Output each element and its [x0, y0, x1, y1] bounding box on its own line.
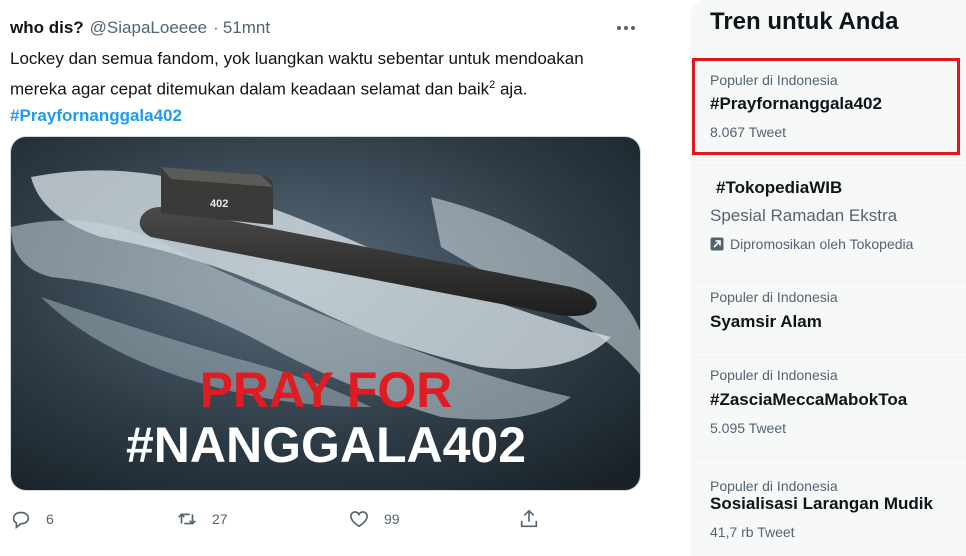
hull-number: 402 — [210, 198, 228, 210]
like-button[interactable]: 99 — [348, 508, 400, 530]
retweet-button[interactable]: 27 — [176, 508, 228, 530]
separator-dot: · — [213, 18, 219, 37]
share-icon — [520, 509, 538, 528]
tweet-text-line1: Lockey dan semua fandom, yok luangkan wa… — [10, 49, 584, 68]
trend-name: #Prayfornanggala402 — [710, 94, 882, 113]
trend-subtitle: Spesial Ramadan Ekstra — [710, 206, 898, 225]
trend-name: #ZasciaMeccaMabokToa — [710, 390, 908, 409]
trend-item-promoted[interactable]: #TokopediaWIB Spesial Ramadan Ekstra Dip… — [690, 165, 966, 281]
more-options-icon[interactable] — [612, 14, 640, 42]
trend-item[interactable]: Populer di Indonesia Syamsir Alam — [690, 281, 966, 357]
reply-button[interactable]: 6 — [10, 508, 54, 530]
trend-context: Populer di Indonesia — [710, 289, 838, 305]
tweet-actions: 6 27 99 — [10, 508, 650, 534]
tweet-text-line2: mereka agar cepat ditemukan dalam keadaa… — [10, 79, 528, 99]
tweet-text: Lockey dan semua fandom, yok luangkan wa… — [10, 46, 650, 129]
like-count: 99 — [384, 511, 400, 527]
tweet-header: who dis? @SiapaLoeeee · 51mnt — [10, 16, 644, 40]
tweet-image[interactable]: 402 PRAY FOR #NANGGALA402 — [10, 136, 641, 491]
heart-icon — [349, 511, 369, 528]
image-overlay-line2: #NANGGALA402 — [126, 417, 526, 473]
image-overlay-line1: PRAY FOR — [200, 362, 453, 418]
tweet-timestamp[interactable]: 51mnt — [223, 18, 270, 38]
trend-context: Populer di Indonesia — [710, 72, 838, 88]
tweet-hashtag-link[interactable]: #Prayfornanggala402 — [10, 106, 182, 125]
promoted-arrow-icon — [710, 237, 724, 251]
trend-item[interactable]: Populer di Indonesia #Prayfornanggala402… — [690, 60, 966, 156]
trend-context: Populer di Indonesia — [710, 478, 838, 494]
trend-count: 8.067 Tweet — [710, 124, 787, 140]
reply-count: 6 — [46, 511, 54, 527]
retweet-icon — [178, 513, 196, 525]
trend-item[interactable]: Populer di Indonesia Sosialisasi Laranga… — [690, 457, 966, 556]
retweet-count: 27 — [212, 511, 228, 527]
trend-item[interactable]: Populer di Indonesia #ZasciaMeccaMabokTo… — [690, 357, 966, 457]
display-name[interactable]: who dis? — [10, 18, 84, 38]
trend-context: Populer di Indonesia — [710, 367, 838, 383]
user-handle[interactable]: @SiapaLoeeee — [90, 18, 207, 38]
trend-count: 5.095 Tweet — [710, 420, 787, 436]
reply-icon — [12, 511, 30, 529]
tweet: who dis? @SiapaLoeeee · 51mnt Lockey dan… — [0, 0, 660, 556]
trend-name: Sosialisasi Larangan Mudik — [710, 494, 933, 513]
promoted-label: Dipromosikan oleh Tokopedia — [710, 236, 913, 252]
trend-count: 41,7 rb Tweet — [710, 524, 795, 540]
trend-name: Syamsir Alam — [710, 312, 822, 331]
trends-panel: Tren untuk Anda Populer di Indonesia #Pr… — [690, 0, 966, 556]
share-button[interactable] — [518, 508, 540, 530]
trend-name: #TokopediaWIB — [716, 178, 843, 197]
trends-title: Tren untuk Anda — [710, 8, 899, 35]
